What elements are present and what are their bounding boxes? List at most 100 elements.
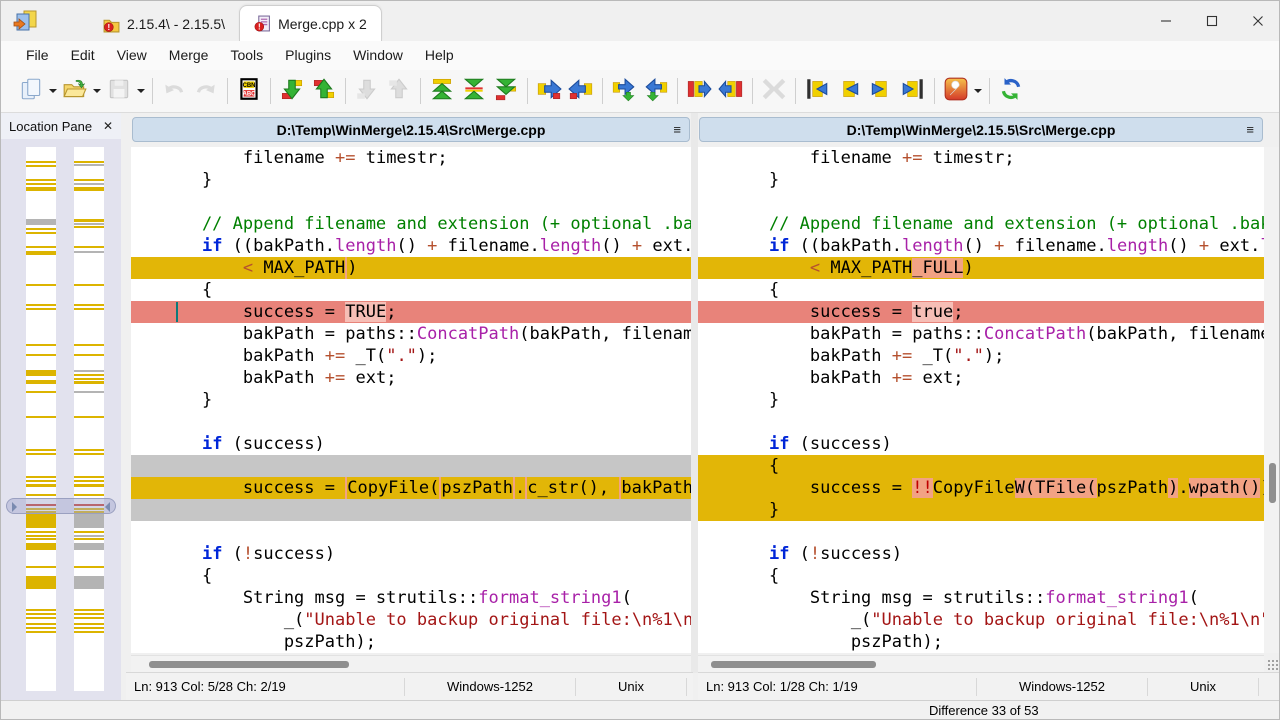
code-line[interactable]: }	[698, 389, 1264, 411]
pane-header-right[interactable]: D:\Temp\WinMerge\2.15.5\Src\Merge.cpp ≡	[699, 117, 1263, 142]
menu-item-plugins[interactable]: Plugins	[274, 41, 342, 70]
code-line[interactable]: _("Unable to backup original file:\n%1\n…	[698, 609, 1264, 631]
code-line[interactable]	[131, 521, 691, 543]
menu-item-tools[interactable]: Tools	[219, 41, 274, 70]
code-line[interactable]: _("Unable to backup original file:\n%1\n…	[131, 609, 691, 631]
undo-button[interactable]	[158, 74, 190, 108]
code-line[interactable]: {	[698, 565, 1264, 587]
v-scrollbar-thumb[interactable]	[1269, 463, 1276, 503]
code-area-right[interactable]: filename += timestr; } // Append filenam…	[698, 147, 1264, 653]
current-difference-button[interactable]	[458, 74, 490, 108]
code-line[interactable]: bakPath += ext;	[698, 367, 1264, 389]
options-button[interactable]	[940, 74, 972, 108]
close-button[interactable]	[1235, 1, 1280, 41]
last-difference-button[interactable]	[490, 74, 522, 108]
code-line[interactable]: String msg = strutils::format_string1(	[131, 587, 691, 609]
code-line[interactable]	[131, 499, 691, 521]
previous-conflict-button[interactable]	[383, 74, 415, 108]
code-line[interactable]: {	[131, 565, 691, 587]
open-button[interactable]	[59, 74, 91, 108]
pane-header-left[interactable]: D:\Temp\WinMerge\2.15.4\Src\Merge.cpp ≡	[132, 117, 690, 142]
code-line[interactable]: filename += timestr;	[698, 147, 1264, 169]
h-scrollbar-left[interactable]	[131, 655, 691, 672]
redo-button[interactable]	[190, 74, 222, 108]
copy-right-button[interactable]	[533, 74, 565, 108]
code-line[interactable]: bakPath = paths::ConcatPath(bakPath, fil…	[698, 323, 1264, 345]
code-line[interactable]: if (success)	[131, 433, 691, 455]
minimize-button[interactable]	[1143, 1, 1189, 41]
code-line[interactable]	[698, 521, 1264, 543]
last-file-button[interactable]	[897, 74, 929, 108]
code-line[interactable]: if (!success)	[131, 543, 691, 565]
location-pane-close-button[interactable]: ✕	[100, 118, 116, 134]
code-line[interactable]: if (!success)	[698, 543, 1264, 565]
code-line[interactable]: // Append filename and extension (+ opti…	[698, 213, 1264, 235]
pane-splitter[interactable]	[121, 113, 131, 701]
open-dropdown-button[interactable]	[91, 74, 103, 108]
code-line[interactable]	[698, 191, 1264, 213]
code-line[interactable]: < MAX_PATH_FULL)	[698, 257, 1264, 279]
menu-item-help[interactable]: Help	[414, 41, 465, 70]
v-scrollbar-right[interactable]	[1264, 147, 1280, 653]
code-line[interactable]: bakPath = paths::ConcatPath(bakPath, fil…	[131, 323, 691, 345]
copy-left-advance-button[interactable]	[640, 74, 672, 108]
h-scrollbar-right[interactable]	[698, 655, 1264, 672]
code-line[interactable]	[131, 455, 691, 477]
pane-menu-icon[interactable]: ≡	[673, 122, 681, 137]
maximize-button[interactable]	[1189, 1, 1235, 41]
code-line[interactable]: }	[131, 169, 691, 191]
menu-item-merge[interactable]: Merge	[158, 41, 220, 70]
copy-all-left-button[interactable]	[715, 74, 747, 108]
code-line[interactable]: success = TRUE;	[131, 301, 691, 323]
code-line[interactable]: }	[698, 169, 1264, 191]
menu-item-file[interactable]: File	[15, 41, 60, 70]
resize-grip[interactable]	[1267, 659, 1279, 671]
next-conflict-button[interactable]	[351, 74, 383, 108]
auto-merge-button[interactable]	[758, 74, 790, 108]
copy-all-right-button[interactable]	[683, 74, 715, 108]
code-line[interactable]	[131, 191, 691, 213]
code-line[interactable]: bakPath += ext;	[131, 367, 691, 389]
location-bar-right[interactable]	[74, 147, 104, 691]
code-line[interactable]: if ((bakPath.length() + filename.length(…	[698, 235, 1264, 257]
save-dropdown-button[interactable]	[135, 74, 147, 108]
first-difference-button[interactable]	[426, 74, 458, 108]
code-line[interactable]: success = !!CopyFileW(TFile(pszPath).wpa…	[698, 477, 1264, 499]
options-dropdown-button[interactable]	[972, 74, 984, 108]
previous-file-button[interactable]	[833, 74, 865, 108]
tab-active[interactable]: !Merge.cpp x 2	[239, 5, 382, 41]
code-line[interactable]: pszPath);	[698, 631, 1264, 653]
h-scrollbar-thumb[interactable]	[711, 661, 876, 668]
code-line[interactable]: {	[698, 279, 1264, 301]
h-scrollbar-thumb[interactable]	[149, 661, 349, 668]
new-file-dropdown-button[interactable]	[47, 74, 59, 108]
code-line[interactable]: success = CopyFile(pszPath.c_str(), bakP…	[131, 477, 691, 499]
copy-right-advance-button[interactable]	[608, 74, 640, 108]
code-line[interactable]: success = true;	[698, 301, 1264, 323]
code-line[interactable]: if ((bakPath.length() + filename.length(…	[131, 235, 691, 257]
next-difference-button[interactable]	[276, 74, 308, 108]
code-area-left[interactable]: filename += timestr; } // Append filenam…	[131, 147, 691, 653]
code-line[interactable]: bakPath += _T(".");	[698, 345, 1264, 367]
next-file-button[interactable]	[865, 74, 897, 108]
code-line[interactable]: }	[698, 499, 1264, 521]
code-line[interactable]: if (success)	[698, 433, 1264, 455]
code-line[interactable]: pszPath);	[131, 631, 691, 653]
previous-difference-button[interactable]	[308, 74, 340, 108]
location-bar-left[interactable]	[26, 147, 56, 691]
refresh-button[interactable]	[995, 74, 1027, 108]
menu-item-edit[interactable]: Edit	[60, 41, 106, 70]
first-file-button[interactable]	[801, 74, 833, 108]
code-line[interactable]: filename += timestr;	[131, 147, 691, 169]
tab-inactive[interactable]: !2.15.4\ - 2.15.5\	[89, 7, 239, 41]
diff-options-button[interactable]: CBNABC	[233, 74, 265, 108]
code-line[interactable]: }	[131, 389, 691, 411]
code-line[interactable]: {	[131, 279, 691, 301]
pane-menu-icon[interactable]: ≡	[1246, 122, 1254, 137]
code-line[interactable]	[698, 411, 1264, 433]
code-line[interactable]: {	[698, 455, 1264, 477]
menu-item-view[interactable]: View	[106, 41, 158, 70]
new-file-button[interactable]	[15, 74, 47, 108]
code-line[interactable]: bakPath += _T(".");	[131, 345, 691, 367]
code-line[interactable]: // Append filename and extension (+ opti…	[131, 213, 691, 235]
